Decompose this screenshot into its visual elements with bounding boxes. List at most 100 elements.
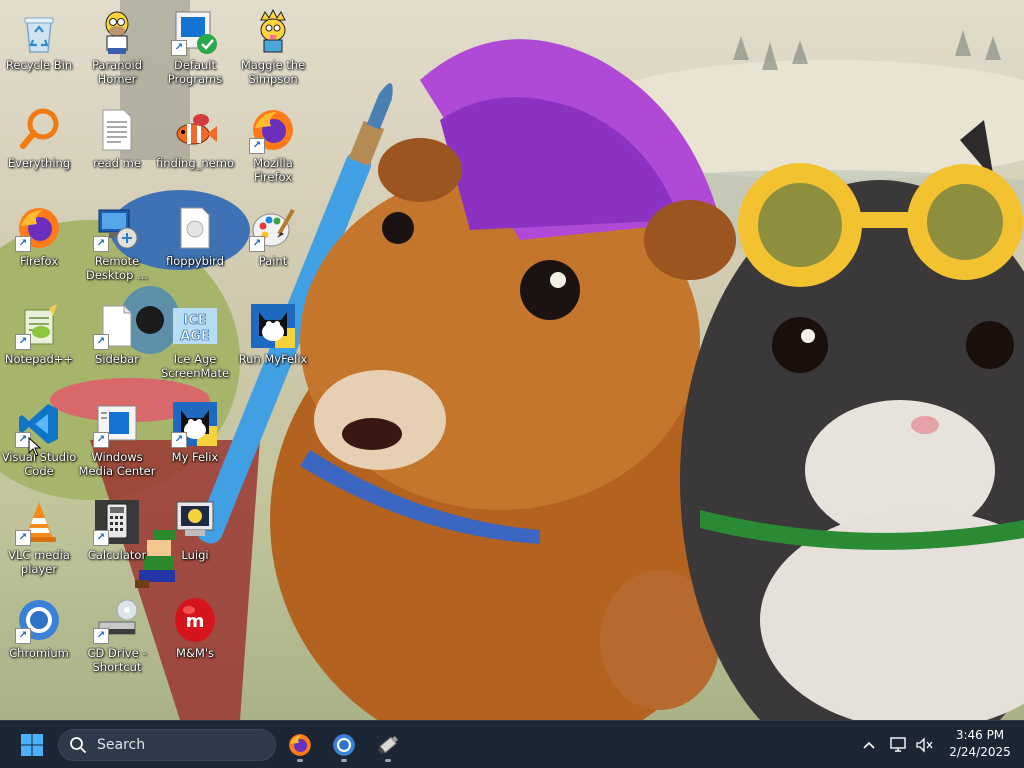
desktop-icon-paint[interactable]: ↗ Paint — [234, 200, 312, 292]
remote-desktop-icon: ↗ — [93, 204, 141, 252]
taskbar-clock[interactable]: 3:46 PM 2/24/2025 — [942, 727, 1018, 763]
desktop-icon-label: Notepad++ — [4, 352, 74, 366]
firefox-icon: ↗ — [15, 204, 63, 252]
chromium-icon: ↗ — [15, 596, 63, 644]
firefox-icon — [289, 734, 311, 756]
shortcut-arrow-icon: ↗ — [93, 432, 109, 448]
chromium-icon — [333, 734, 355, 756]
mouse-pointer-icon — [28, 437, 42, 457]
desktop-icon-label: M&M's — [176, 646, 214, 660]
desktop-icon-vlc[interactable]: ↗ VLC media player — [0, 494, 78, 586]
shortcut-arrow-icon: ↗ — [15, 334, 31, 350]
desktop-icon-read-me[interactable]: read me — [78, 102, 156, 194]
magnifier-icon — [15, 106, 63, 154]
desktop-icon-luigi[interactable]: Luigi — [156, 494, 234, 586]
desktop-icon-label: Paint — [258, 254, 288, 268]
desktop-icon-notepadpp[interactable]: ↗ Notepad++ — [0, 298, 78, 390]
clock-time: 3:46 PM — [955, 728, 1005, 742]
desktop-icon-label: Sidebar — [95, 352, 139, 366]
taskbar-app-usb-tool[interactable] — [370, 727, 406, 763]
desktop-icon-ice-age[interactable]: ICE AGE Ice Age ScreenMate — [156, 298, 234, 390]
desktop-icon-mms[interactable]: m M&M's — [156, 592, 234, 684]
felix-cat-icon — [249, 302, 297, 350]
desktop-icon-everything[interactable]: Everything — [0, 102, 78, 194]
shortcut-arrow-icon: ↗ — [249, 236, 265, 252]
show-hidden-icons-button[interactable] — [858, 733, 880, 757]
desktop-icon-label: CD Drive - Shortcut — [87, 646, 147, 674]
desktop-icon-chromium[interactable]: ↗ Chromium — [0, 592, 78, 684]
desktop-icon-label: My Felix — [171, 450, 219, 464]
taskbar: 3:46 PM 2/24/2025 — [0, 720, 1024, 768]
desktop-icon-label: Calculator — [87, 548, 147, 562]
shortcut-arrow-icon: ↗ — [93, 334, 109, 350]
desktop-icon-label: Firefox — [19, 254, 59, 268]
default-programs-icon: ↗ — [171, 8, 219, 56]
svg-text:AGE: AGE — [180, 329, 210, 344]
desktop-icon-label: read me — [93, 156, 141, 170]
desktop-icon-paranoid-homer[interactable]: Paranoid Homer — [78, 4, 156, 96]
homer-icon — [93, 8, 141, 56]
shortcut-arrow-icon: ↗ — [15, 236, 31, 252]
desktop-icon-default-programs[interactable]: ↗ Default Programs — [156, 4, 234, 96]
start-button[interactable] — [14, 729, 50, 761]
shortcut-arrow-icon: ↗ — [93, 236, 109, 252]
blank-document-icon: ↗ — [93, 302, 141, 350]
shortcut-arrow-icon: ↗ — [171, 432, 187, 448]
chevron-up-icon — [863, 741, 875, 749]
shortcut-arrow-icon: ↗ — [15, 530, 31, 546]
shortcut-arrow-icon: ↗ — [93, 530, 109, 546]
shortcut-arrow-icon: ↗ — [249, 138, 265, 154]
desktop-icon-windows-media-center[interactable]: ↗ Windows Media Center — [78, 396, 156, 488]
desktop-icon-recycle-bin[interactable]: Recycle Bin — [0, 4, 78, 96]
ice-age-icon: ICE AGE — [171, 302, 219, 350]
desktop-icon-firefox[interactable]: ↗ Firefox — [0, 200, 78, 292]
desktop-icon-label: Remote Desktop ... — [85, 254, 149, 282]
system-tray[interactable] — [886, 731, 938, 759]
desktop-icon-finding-nemo[interactable]: finding_nemo — [156, 102, 234, 194]
recycle-bin-icon — [15, 8, 63, 56]
volume-muted-icon — [916, 737, 933, 753]
clock-date: 2/24/2025 — [949, 745, 1011, 759]
desktop-icon-label: Recycle Bin — [5, 58, 73, 72]
taskbar-app-chromium[interactable] — [326, 727, 362, 763]
desktop-icon-label: Luigi — [181, 548, 209, 562]
desktop-icon-maggie[interactable]: Maggie the Simpson — [234, 4, 312, 96]
media-center-icon: ↗ — [93, 400, 141, 448]
desktop-icon-remote-desktop[interactable]: ↗ Remote Desktop ... — [78, 200, 156, 292]
network-monitor-icon — [890, 737, 906, 752]
running-indicator — [341, 759, 347, 762]
desktop-icon-label: floppybird — [165, 254, 224, 268]
desktop-icon-label: Run MyFelix — [238, 352, 308, 366]
desktop-icon-label: Windows Media Center — [78, 450, 156, 478]
desktop-icon-calculator[interactable]: ↗ Calculator — [78, 494, 156, 586]
desktop-icon-label: VLC media player — [8, 548, 70, 576]
desktop-icon-label: Paranoid Homer — [91, 58, 143, 86]
desktop-icon-run-myfelix[interactable]: Run MyFelix — [234, 298, 312, 390]
calculator-icon: ↗ — [93, 498, 141, 546]
search-input[interactable] — [95, 736, 269, 754]
paint-palette-icon: ↗ — [249, 204, 297, 252]
usb-drive-icon — [377, 736, 399, 755]
felix-cat-icon: ↗ — [171, 400, 219, 448]
desktop-icon-label: Ice Age ScreenMate — [160, 352, 230, 380]
cd-drive-icon: ↗ — [93, 596, 141, 644]
firefox-icon: ↗ — [249, 106, 297, 154]
taskbar-search[interactable] — [58, 729, 276, 761]
notepadpp-icon: ↗ — [15, 302, 63, 350]
desktop-icon-my-felix[interactable]: ↗ My Felix — [156, 396, 234, 488]
vlc-cone-icon: ↗ — [15, 498, 63, 546]
search-icon — [70, 737, 86, 753]
desktop-icon-label: Default Programs — [167, 58, 223, 86]
windows-logo-icon — [21, 734, 43, 756]
fish-icon — [171, 106, 219, 154]
taskbar-app-firefox[interactable] — [282, 727, 318, 763]
desktop-icon-sidebar[interactable]: ↗ Sidebar — [78, 298, 156, 390]
text-document-icon — [93, 106, 141, 154]
svg-text:m: m — [186, 611, 205, 632]
desktop-icon-floppybird[interactable]: floppybird — [156, 200, 234, 292]
shortcut-arrow-icon: ↗ — [15, 628, 31, 644]
desktop-icon-cd-drive[interactable]: ↗ CD Drive - Shortcut — [78, 592, 156, 684]
shortcut-arrow-icon: ↗ — [93, 628, 109, 644]
luigi-computer-icon — [171, 498, 219, 546]
desktop-icon-mozilla-firefox[interactable]: ↗ Mozilla Firefox — [234, 102, 312, 194]
